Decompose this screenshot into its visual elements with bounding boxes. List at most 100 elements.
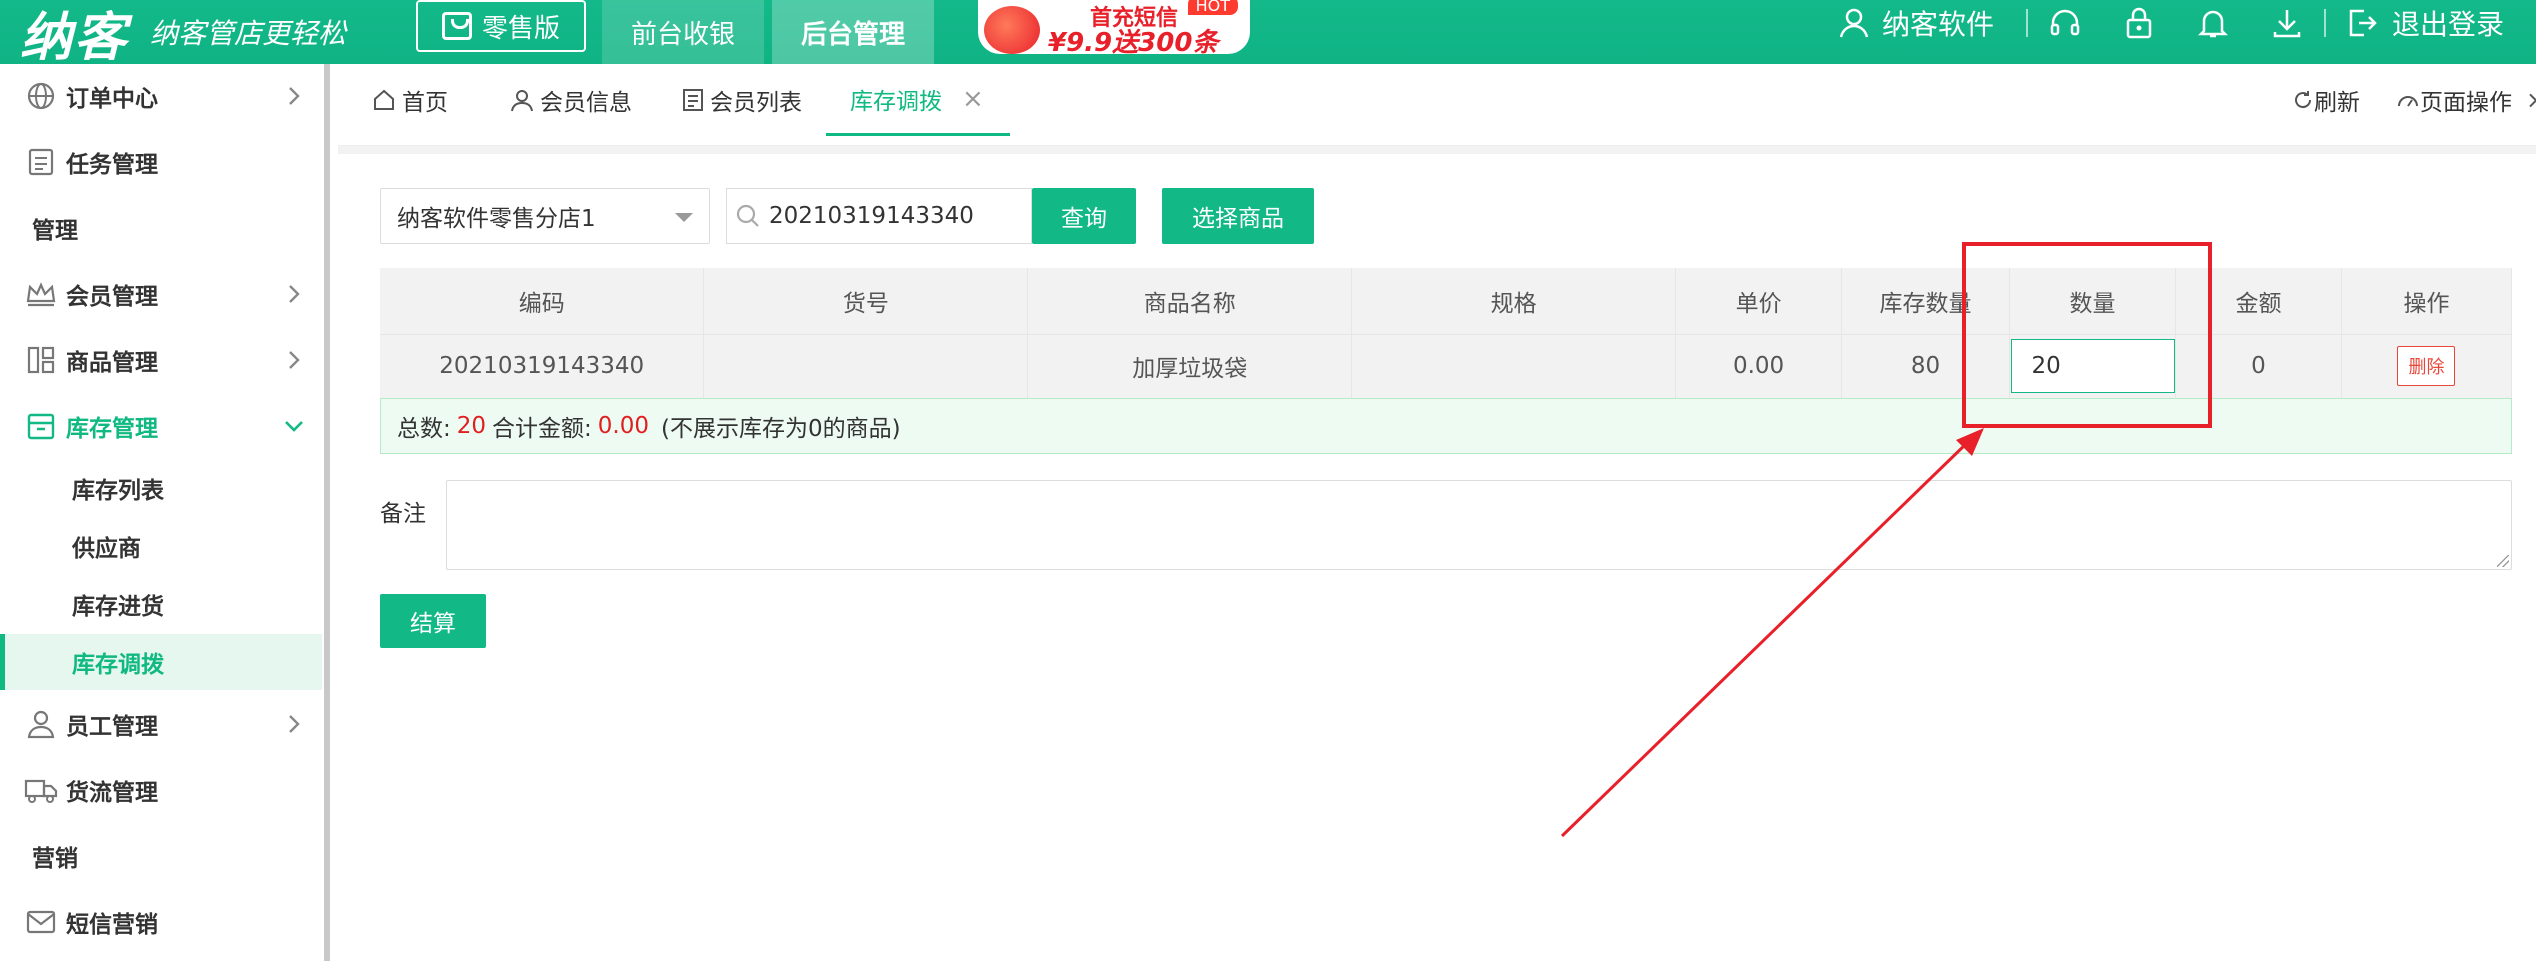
sidebar-group-label: 管理 bbox=[32, 218, 78, 244]
grid-icon bbox=[24, 343, 58, 377]
sidebar-item-task-management[interactable]: 任务管理 bbox=[0, 134, 322, 190]
sidebar: 订单中心 任务管理 管理 会员管理 商品管理 库存管理 库存列表 供应商 库存进… bbox=[0, 64, 330, 961]
annotation-highlight-box bbox=[1962, 242, 2212, 428]
column-header: 操作 bbox=[2341, 268, 2513, 334]
tab-stock-transfer[interactable]: 库存调拨 × bbox=[826, 64, 1010, 136]
summary-note: (不展示库存为0的商品) bbox=[661, 416, 901, 442]
caret-down-icon bbox=[675, 213, 693, 222]
person-icon bbox=[24, 707, 58, 741]
list-icon bbox=[683, 89, 703, 111]
refresh-button[interactable]: 刷新 bbox=[2292, 64, 2360, 136]
chevron-right-icon bbox=[280, 280, 308, 308]
sidebar-item-label: 员工管理 bbox=[66, 714, 158, 740]
chevron-right-icon bbox=[280, 82, 308, 110]
shopping-bag-icon bbox=[441, 12, 472, 40]
nav-front-cashier[interactable]: 前台收银 bbox=[602, 0, 764, 64]
sidebar-item-sms-marketing[interactable]: 短信营销 bbox=[0, 894, 322, 950]
chevron-right-icon bbox=[280, 710, 308, 738]
top-bar: 纳客 纳客管店更轻松 零售版 前台收银 后台管理 首充短信 ¥9.9送300条 … bbox=[0, 0, 2536, 68]
page-tabs-bar: 首页 会员信息 会员列表 库存调拨 × 刷新 页面操作 × bbox=[338, 64, 2536, 146]
cell-price: 0.00 bbox=[1675, 333, 1843, 398]
sidebar-sub-inventory-list[interactable]: 库存列表 bbox=[0, 460, 322, 516]
mail-icon bbox=[24, 905, 58, 939]
chevron-down-icon bbox=[280, 412, 308, 440]
tab-label: 会员信息 bbox=[540, 90, 632, 116]
edition-label: 零售版 bbox=[481, 13, 560, 44]
clipboard-icon bbox=[24, 145, 58, 179]
refresh-icon bbox=[2295, 91, 2312, 109]
user-name: 纳客软件 bbox=[1881, 8, 1994, 41]
tab-home[interactable]: 首页 bbox=[372, 64, 448, 136]
search-input[interactable]: 20210319143340 bbox=[726, 188, 1032, 244]
sidebar-item-member-management[interactable]: 会员管理 bbox=[0, 266, 322, 322]
hot-badge: HOT bbox=[1187, 0, 1238, 15]
logo[interactable]: 纳客 纳客管店更轻松 bbox=[20, 0, 347, 68]
banner-line2: ¥9.9送300条 bbox=[1048, 28, 1219, 58]
content-top-gap bbox=[338, 146, 2536, 154]
store-select[interactable]: 纳客软件零售分店1 bbox=[380, 188, 710, 244]
store-select-value: 纳客软件零售分店1 bbox=[397, 206, 596, 232]
user-icon bbox=[1839, 8, 1869, 38]
remark-label: 备注 bbox=[380, 501, 426, 527]
divider bbox=[2323, 9, 2326, 37]
sidebar-sub-stock-transfer[interactable]: 库存调拨 bbox=[0, 634, 322, 690]
close-icon[interactable]: × bbox=[962, 84, 984, 114]
sidebar-group-marketing: 营销 bbox=[0, 828, 322, 884]
brand-slogan: 纳客管店更轻松 bbox=[150, 17, 347, 50]
nav-backend-admin[interactable]: 后台管理 bbox=[772, 0, 934, 64]
refresh-label: 刷新 bbox=[2314, 90, 2360, 116]
column-header: 货号 bbox=[703, 268, 1029, 334]
page-ops-label: 页面操作 bbox=[2420, 90, 2512, 116]
total-label: 总数: bbox=[397, 416, 451, 442]
query-button[interactable]: 查询 bbox=[1032, 188, 1136, 244]
close-icon[interactable]: × bbox=[2526, 64, 2536, 136]
search-icon bbox=[727, 188, 769, 244]
sidebar-item-staff-management[interactable]: 员工管理 bbox=[0, 696, 322, 752]
sidebar-item-label: 任务管理 bbox=[66, 152, 158, 178]
sms-promo-banner[interactable]: 首充短信 ¥9.9送300条 HOT bbox=[978, 0, 1250, 58]
settle-button[interactable]: 结算 bbox=[380, 594, 486, 648]
sidebar-group-label: 营销 bbox=[32, 846, 78, 872]
logout-icon bbox=[2349, 9, 2377, 37]
bell-icon[interactable] bbox=[2176, 6, 2250, 40]
delete-button[interactable]: 删除 bbox=[2397, 346, 2456, 387]
logout-button[interactable]: 退出登录 bbox=[2346, 3, 2504, 43]
lock-icon[interactable] bbox=[2102, 6, 2176, 40]
download-icon[interactable] bbox=[2250, 6, 2324, 40]
cell-code: 20210319143340 bbox=[380, 333, 705, 398]
globe-icon bbox=[24, 79, 58, 113]
tab-member-list[interactable]: 会员列表 bbox=[682, 64, 802, 136]
user-menu[interactable]: 纳客软件 bbox=[1838, 3, 1994, 43]
resize-grip-icon[interactable] bbox=[2497, 555, 2509, 567]
remark-textarea[interactable] bbox=[446, 480, 2512, 570]
sidebar-item-product-management[interactable]: 商品管理 bbox=[0, 332, 322, 388]
edition-badge[interactable]: 零售版 bbox=[416, 0, 586, 52]
sidebar-sub-stock-purchase[interactable]: 库存进货 bbox=[0, 576, 322, 632]
cell-action: 删除 bbox=[2341, 333, 2513, 398]
tab-label: 会员列表 bbox=[710, 90, 802, 116]
tab-member-info[interactable]: 会员信息 bbox=[510, 64, 632, 136]
money-bag-icon bbox=[984, 6, 1040, 54]
page-ops-button[interactable]: 页面操作 bbox=[2396, 64, 2512, 136]
box-icon bbox=[24, 409, 58, 443]
brand-name: 纳客 bbox=[20, 7, 129, 68]
top-right-tools: 纳客软件 退出登录 bbox=[1838, 0, 2536, 46]
headset-icon[interactable] bbox=[2028, 6, 2102, 40]
sidebar-item-order-center[interactable]: 订单中心 bbox=[0, 68, 322, 124]
home-icon bbox=[374, 89, 394, 110]
sidebar-scrollbar[interactable] bbox=[324, 64, 330, 961]
sidebar-item-logistics-management[interactable]: 货流管理 bbox=[0, 762, 322, 818]
chevron-right-icon bbox=[280, 346, 308, 374]
sidebar-item-label: 订单中心 bbox=[66, 86, 158, 112]
search-input-value: 20210319143340 bbox=[769, 203, 974, 229]
sidebar-item-inventory-management[interactable]: 库存管理 bbox=[0, 398, 322, 454]
cell-spec bbox=[1351, 333, 1677, 398]
sidebar-item-label: 商品管理 bbox=[66, 350, 158, 376]
sidebar-item-label: 会员管理 bbox=[66, 284, 158, 310]
choose-product-button[interactable]: 选择商品 bbox=[1162, 188, 1314, 244]
sidebar-sub-supplier[interactable]: 供应商 bbox=[0, 518, 322, 574]
truck-icon bbox=[24, 773, 58, 807]
amount-value: 0.00 bbox=[597, 413, 649, 439]
column-header: 单价 bbox=[1675, 268, 1843, 334]
tab-label: 首页 bbox=[402, 90, 448, 116]
